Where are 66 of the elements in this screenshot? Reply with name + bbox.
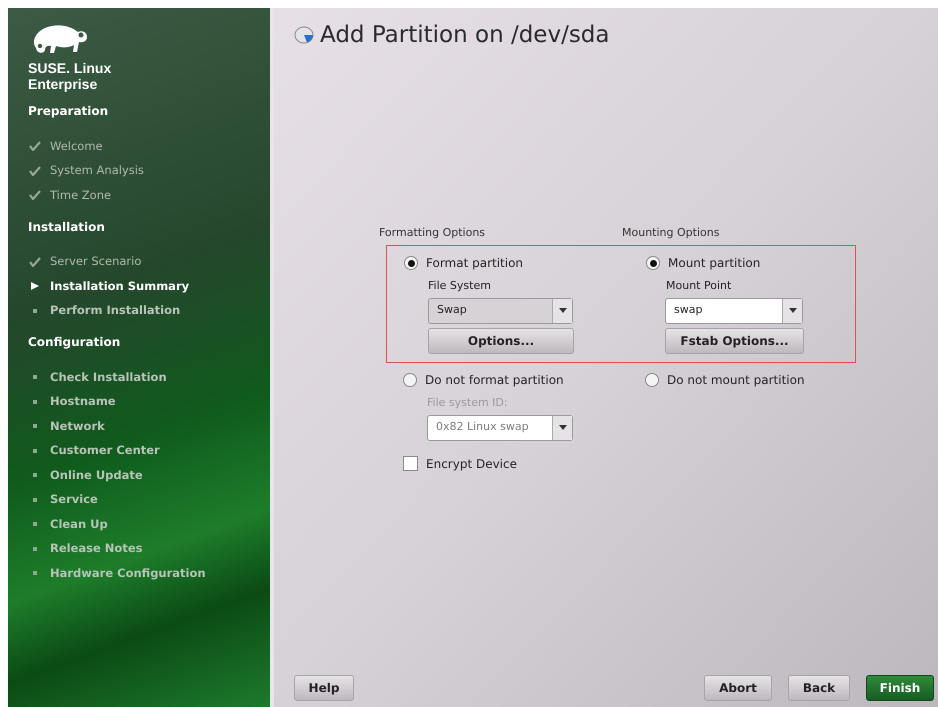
bullet-icon [33, 448, 37, 453]
step-label: Network [50, 418, 105, 435]
checkmark-icon [29, 141, 41, 152]
step-label: Customer Center [50, 442, 160, 460]
bullet-icon [33, 522, 37, 526]
checkmark-icon [29, 256, 41, 267]
brand-name: SUSE. Linux [28, 60, 112, 76]
checkmark-icon [29, 166, 41, 176]
options-button[interactable]: Options... [428, 328, 574, 354]
field-label: Mount Point [666, 278, 732, 294]
bullet-icon [33, 473, 37, 478]
triangle-icon [30, 281, 40, 292]
step-label: Welcome [50, 138, 103, 155]
radio-button[interactable] [403, 373, 417, 387]
dropdown[interactable]: swap [665, 298, 803, 324]
step-label: Server Scenario [50, 253, 142, 270]
radio-label: Do not mount partition [667, 372, 805, 389]
checkmark-icon [29, 190, 41, 200]
step-label: Perform Installation [50, 302, 180, 320]
radio-label: Format partition [426, 255, 524, 272]
radio-button[interactable] [646, 256, 660, 270]
help-button[interactable]: Help [294, 675, 354, 701]
bullet-icon [33, 400, 37, 404]
step-label: Release Notes [50, 540, 142, 558]
step-label: Hostname [50, 393, 116, 410]
step-label: Online Update [50, 466, 143, 484]
group-heading: Formatting Options [379, 224, 486, 240]
step-label: Service [50, 491, 98, 508]
section-heading: Configuration [28, 334, 122, 351]
caret-icon [782, 298, 802, 322]
dropdown-value: swap [673, 302, 704, 318]
step-label: Clean Up [50, 516, 108, 533]
field-label: File System [428, 278, 492, 294]
caret-icon [552, 298, 572, 322]
radio-button[interactable] [404, 256, 418, 270]
brand-name: Enterprise [28, 76, 98, 92]
disk-icon [294, 26, 314, 44]
field-label: File system ID: [427, 395, 509, 411]
back-button[interactable]: Back [788, 675, 850, 701]
checkbox-label: Encrypt Device [426, 456, 517, 472]
fstab-options-button[interactable]: Fstab Options... [665, 328, 804, 354]
step-label: System Analysis [50, 162, 144, 180]
abort-button[interactable]: Abort [704, 675, 772, 701]
dropdown-value: Swap [436, 302, 468, 318]
dropdown-value: 0x82 Linux swap [435, 419, 530, 436]
step-label: Check Installation [50, 368, 167, 386]
bullet-icon [33, 546, 37, 551]
bullet-icon [33, 375, 37, 380]
section-heading: Preparation [28, 103, 110, 120]
bullet-icon [33, 308, 37, 313]
bullet-icon [33, 424, 37, 428]
step-label: Installation Summary [50, 278, 190, 295]
finish-button[interactable]: Finish [866, 675, 934, 701]
radio-button[interactable] [645, 373, 659, 387]
bullet-icon [33, 571, 37, 576]
page-title: Add Partition on /dev/sda [320, 21, 610, 50]
radio-label: Do not format partition [425, 372, 564, 389]
bullet-icon [33, 498, 37, 502]
dropdown[interactable]: Swap [428, 298, 573, 324]
group-heading: Mounting Options [622, 224, 720, 240]
caret-icon [552, 416, 572, 440]
step-label: Time Zone [50, 186, 112, 204]
radio-label: Mount partition [668, 255, 760, 272]
step-label: Hardware Configuration [50, 564, 206, 582]
section-heading: Installation [28, 218, 106, 236]
checkbox[interactable] [403, 456, 418, 471]
